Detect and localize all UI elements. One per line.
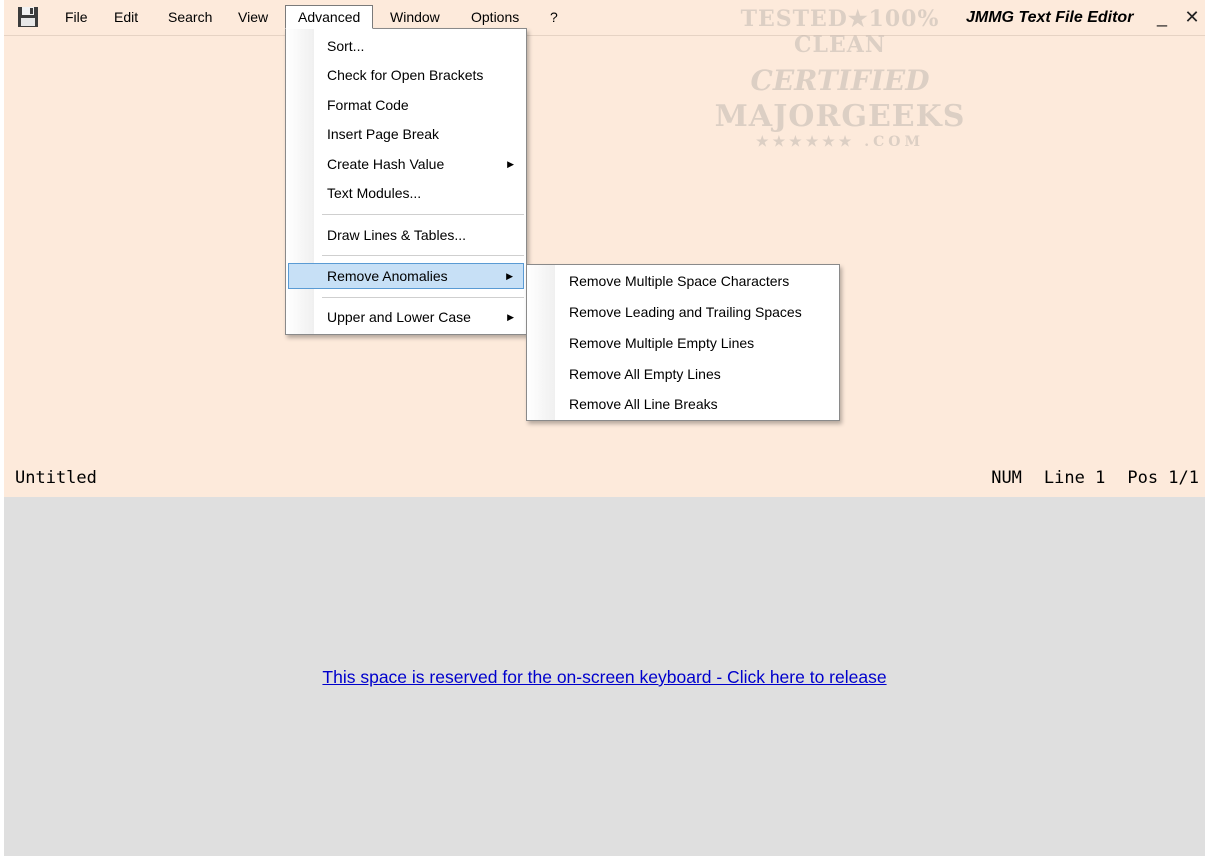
submenu-arrow-icon: ▶ — [507, 312, 514, 322]
menu-item-insert-page-break[interactable]: Insert Page Break — [288, 121, 524, 147]
menu-item-remove-anomalies[interactable]: Remove Anomalies ▶ — [288, 263, 524, 289]
watermark-line-2: CERTIFIED — [750, 64, 930, 97]
watermark-line-4: ★★★★★★ .COM — [756, 134, 924, 150]
status-line: Line 1 — [1043, 468, 1106, 488]
menu-item-upper-lower-case[interactable]: Upper and Lower Case ▶ — [288, 304, 524, 330]
close-button[interactable]: ✕ — [1180, 4, 1204, 30]
keyboard-reserve-area: This space is reserved for the on-screen… — [4, 497, 1205, 856]
menu-item-remove-leading-trailing[interactable]: Remove Leading and Trailing Spaces — [529, 298, 837, 326]
menu-bar: File Edit Search View Advanced Window Op… — [4, 0, 1205, 36]
advanced-menu: Sort... Check for Open Brackets Format C… — [285, 28, 527, 335]
status-pos: Pos 1/1 — [1127, 468, 1199, 488]
menu-item-text-modules[interactable]: Text Modules... — [288, 180, 524, 206]
status-indicators: NUM Line 1 Pos 1/1 — [991, 468, 1199, 488]
watermark-line-3: MAJORGEEKS — [714, 99, 966, 134]
floppy-disk-icon[interactable] — [17, 6, 39, 28]
menu-item-remove-all-line-breaks[interactable]: Remove All Line Breaks — [529, 390, 837, 418]
menu-item-remove-anomalies-label: Remove Anomalies — [327, 268, 448, 284]
menu-separator — [322, 297, 524, 298]
menu-item-draw-lines[interactable]: Draw Lines & Tables... — [288, 222, 524, 248]
menu-item-remove-multiple-empty-lines[interactable]: Remove Multiple Empty Lines — [529, 329, 837, 357]
menu-item-upper-lower-case-label: Upper and Lower Case — [327, 309, 471, 325]
app-title: JMMG Text File Editor — [966, 9, 1134, 26]
status-num: NUM — [991, 468, 1022, 488]
menu-item-format-code[interactable]: Format Code — [288, 92, 524, 118]
menu-item-create-hash-label: Create Hash Value — [327, 156, 445, 172]
menu-separator — [322, 255, 524, 256]
menu-item-remove-multiple-spaces[interactable]: Remove Multiple Space Characters — [529, 267, 837, 295]
menu-search[interactable]: Search — [156, 5, 224, 29]
menu-view[interactable]: View — [226, 5, 280, 29]
menu-edit[interactable]: Edit — [102, 5, 150, 29]
minimize-button[interactable]: _ — [1150, 4, 1174, 30]
menu-item-sort[interactable]: Sort... — [288, 33, 524, 59]
menu-help[interactable]: ? — [538, 5, 570, 29]
release-keyboard-link[interactable]: This space is reserved for the on-screen… — [4, 667, 1205, 688]
submenu-arrow-icon: ▶ — [506, 271, 513, 281]
menu-options[interactable]: Options — [459, 5, 531, 29]
menu-item-remove-all-empty-lines[interactable]: Remove All Empty Lines — [529, 360, 837, 388]
remove-anomalies-submenu: Remove Multiple Space Characters Remove … — [526, 264, 840, 421]
menu-item-create-hash[interactable]: Create Hash Value ▶ — [288, 151, 524, 177]
menu-item-check-brackets[interactable]: Check for Open Brackets — [288, 62, 524, 88]
menu-file[interactable]: File — [53, 5, 100, 29]
menu-advanced[interactable]: Advanced — [285, 5, 374, 29]
menu-window[interactable]: Window — [378, 5, 452, 29]
status-filename: Untitled — [15, 468, 97, 488]
submenu-arrow-icon: ▶ — [507, 159, 514, 169]
menu-separator — [322, 214, 524, 215]
